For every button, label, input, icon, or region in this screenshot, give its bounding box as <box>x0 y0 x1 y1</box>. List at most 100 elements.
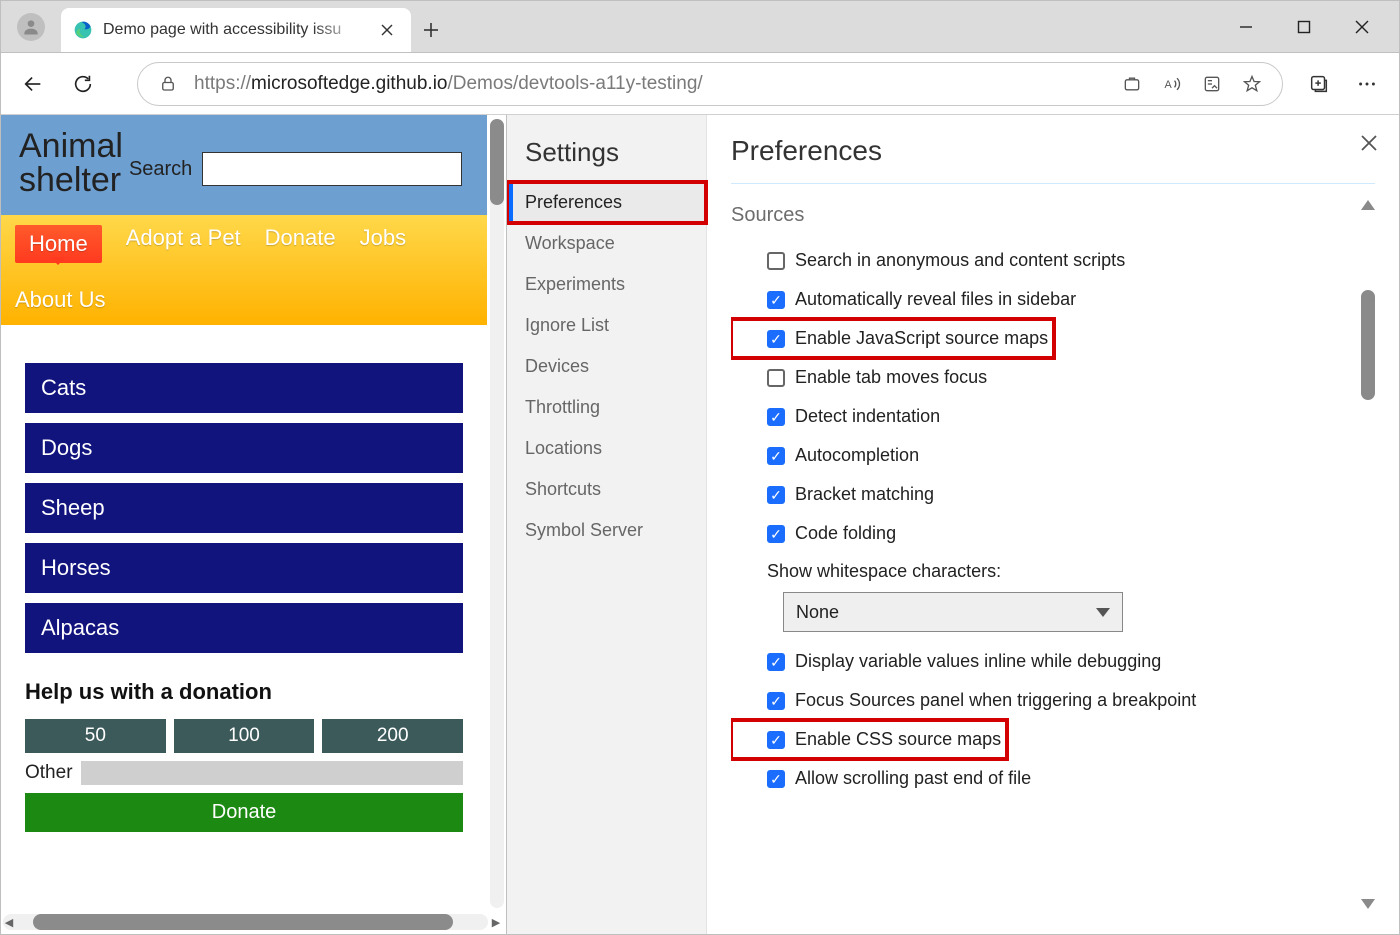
section-sources: Sources <box>731 204 1375 227</box>
checkbox[interactable] <box>767 653 785 671</box>
scrollbar-thumb[interactable] <box>1361 290 1375 400</box>
pref-option[interactable]: Detect indentation <box>731 397 1375 436</box>
pref-option[interactable]: Search in anonymous and content scripts <box>731 241 1375 280</box>
pref-option[interactable]: Enable CSS source maps <box>731 720 1007 759</box>
shopping-icon[interactable] <box>1118 70 1146 98</box>
category-item[interactable]: Cats <box>25 363 463 413</box>
checkbox[interactable] <box>767 369 785 387</box>
svg-text:A: A <box>1165 79 1173 91</box>
checkbox[interactable] <box>767 291 785 309</box>
refresh-button[interactable] <box>61 62 105 106</box>
scroll-up-icon[interactable] <box>1361 200 1375 210</box>
reader-icon[interactable] <box>1198 70 1226 98</box>
horizontal-scrollbar[interactable]: ◀ ▶ <box>3 914 488 930</box>
scroll-down-icon[interactable] <box>1361 899 1375 909</box>
close-settings-button[interactable] <box>1353 127 1385 159</box>
back-button[interactable] <box>11 62 55 106</box>
donation-section: Help us with a donation 50 100 200 Other… <box>1 669 487 852</box>
checkbox[interactable] <box>767 330 785 348</box>
checkbox[interactable] <box>767 486 785 504</box>
donate-button[interactable]: Donate <box>25 793 463 832</box>
site-nav: Home Adopt a Pet Donate Jobs About Us <box>1 215 487 325</box>
nav-home[interactable]: Home <box>15 225 102 263</box>
collections-icon[interactable] <box>1297 62 1341 106</box>
pref-option[interactable]: Display variable values inline while deb… <box>731 642 1375 681</box>
scrollbar-thumb[interactable] <box>33 914 453 930</box>
preferences-title: Preferences <box>731 135 1375 184</box>
pref-option-label: Detect indentation <box>795 406 940 427</box>
category-item[interactable]: Alpacas <box>25 603 463 653</box>
pref-option-label: Enable CSS source maps <box>795 729 1001 750</box>
nav-donate[interactable]: Donate <box>265 225 336 263</box>
donation-amount[interactable]: 50 <box>25 719 166 753</box>
checkbox[interactable] <box>767 408 785 426</box>
sidebar-item-locations[interactable]: Locations <box>507 428 706 469</box>
nav-adopt[interactable]: Adopt a Pet <box>126 225 241 263</box>
pref-option-label: Search in anonymous and content scripts <box>795 250 1125 271</box>
donation-amount[interactable]: 100 <box>174 719 315 753</box>
pref-option[interactable]: Code folding <box>731 514 1375 553</box>
vertical-scrollbar[interactable] <box>490 119 504 908</box>
pref-option[interactable]: Allow scrolling past end of file <box>731 759 1375 798</box>
pref-option[interactable]: Enable tab moves focus <box>731 358 1375 397</box>
profile-button[interactable] <box>1 1 61 52</box>
pref-option[interactable]: Automatically reveal files in sidebar <box>731 280 1375 319</box>
pref-option-label: Display variable values inline while deb… <box>795 651 1161 672</box>
prefs-scrollbar[interactable] <box>1361 200 1375 909</box>
nav-jobs[interactable]: Jobs <box>360 225 406 263</box>
checkbox[interactable] <box>767 731 785 749</box>
tab-title: Demo page with accessibility issu <box>103 21 365 39</box>
sidebar-item-workspace[interactable]: Workspace <box>507 223 706 264</box>
address-bar[interactable]: https://microsoftedge.github.io/Demos/de… <box>137 62 1283 106</box>
nav-about[interactable]: About Us <box>15 287 473 313</box>
lock-icon <box>154 70 182 98</box>
checkbox[interactable] <box>767 770 785 788</box>
whitespace-select[interactable]: None <box>783 592 1123 632</box>
donation-amount[interactable]: 200 <box>322 719 463 753</box>
favorite-icon[interactable] <box>1238 70 1266 98</box>
scroll-right-icon[interactable]: ▶ <box>488 914 504 930</box>
titlebar: Demo page with accessibility issu <box>1 1 1399 53</box>
checkbox[interactable] <box>767 447 785 465</box>
pref-option-label: Focus Sources panel when triggering a br… <box>795 690 1196 711</box>
scroll-left-icon[interactable]: ◀ <box>1 914 17 930</box>
donation-other-input[interactable] <box>81 761 463 785</box>
scrollbar-thumb[interactable] <box>490 119 504 205</box>
pref-option[interactable]: Bracket matching <box>731 475 1375 514</box>
whitespace-value: None <box>796 602 839 623</box>
close-tab-button[interactable] <box>375 18 399 42</box>
maximize-button[interactable] <box>1275 7 1333 47</box>
chevron-down-icon <box>1096 608 1110 617</box>
pref-option[interactable]: Enable JavaScript source maps <box>731 319 1054 358</box>
window-close-button[interactable] <box>1333 7 1391 47</box>
checkbox[interactable] <box>767 252 785 270</box>
sidebar-item-preferences[interactable]: Preferences <box>507 182 706 223</box>
webpage-viewport: Animalshelter Search Home Adopt a Pet Do… <box>1 115 507 934</box>
sidebar-item-ignorelist[interactable]: Ignore List <box>507 305 706 346</box>
donation-heading: Help us with a donation <box>25 679 463 705</box>
category-item[interactable]: Dogs <box>25 423 463 473</box>
sidebar-item-throttling[interactable]: Throttling <box>507 387 706 428</box>
category-item[interactable]: Horses <box>25 543 463 593</box>
category-item[interactable]: Sheep <box>25 483 463 533</box>
settings-sidebar: Settings Preferences Workspace Experimen… <box>507 115 707 934</box>
pref-option-label: Enable tab moves focus <box>795 367 987 388</box>
sidebar-item-experiments[interactable]: Experiments <box>507 264 706 305</box>
sidebar-item-shortcuts[interactable]: Shortcuts <box>507 469 706 510</box>
minimize-button[interactable] <box>1217 7 1275 47</box>
browser-tab[interactable]: Demo page with accessibility issu <box>61 8 411 52</box>
new-tab-button[interactable] <box>411 8 451 52</box>
checkbox[interactable] <box>767 525 785 543</box>
sidebar-item-devices[interactable]: Devices <box>507 346 706 387</box>
whitespace-label: Show whitespace characters: <box>731 553 1375 588</box>
site-title: Animalshelter <box>19 129 123 197</box>
more-icon[interactable] <box>1345 62 1389 106</box>
toolbar: https://microsoftedge.github.io/Demos/de… <box>1 53 1399 115</box>
pref-option-label: Allow scrolling past end of file <box>795 768 1031 789</box>
site-search-input[interactable] <box>202 152 462 186</box>
sidebar-item-symbolserver[interactable]: Symbol Server <box>507 510 706 551</box>
pref-option[interactable]: Focus Sources panel when triggering a br… <box>731 681 1375 720</box>
pref-option[interactable]: Autocompletion <box>731 436 1375 475</box>
checkbox[interactable] <box>767 692 785 710</box>
read-aloud-icon[interactable]: A <box>1158 70 1186 98</box>
